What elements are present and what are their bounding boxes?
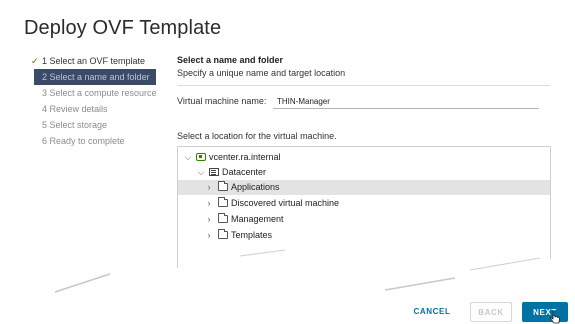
step-select-compute-resource[interactable]: 3 Select a compute resource: [30, 85, 170, 101]
tree-node-label: Datacenter: [222, 167, 267, 177]
location-label: Select a location for the virtual machin…: [177, 131, 337, 141]
step-label: 5 Select storage: [42, 120, 108, 130]
tree-node-vcenter[interactable]: ⌵ vcenter.ra.internal: [178, 150, 550, 165]
chevron-down-icon[interactable]: ⌵: [184, 150, 192, 165]
step-label: 4 Review details: [42, 104, 108, 114]
step-select-name-folder[interactable]: 2 Select a name and folder: [34, 69, 156, 85]
chevron-right-icon[interactable]: ›: [205, 228, 213, 243]
step-label: 2 Select a name and folder: [42, 72, 150, 82]
main-panel: Select a name and folder Specify a uniqu…: [177, 55, 557, 86]
tree-node-discovered-vm[interactable]: › Discovered virtual machine: [178, 196, 550, 211]
chevron-right-icon[interactable]: ›: [205, 196, 213, 211]
step-label: 6 Ready to complete: [42, 136, 125, 146]
mouse-cursor-icon: [550, 310, 560, 324]
step-select-ovf-template[interactable]: ✓ 1 Select an OVF template: [30, 53, 170, 69]
tree-node-label: Templates: [231, 230, 273, 240]
cancel-button[interactable]: CANCEL: [406, 302, 458, 322]
vm-name-label: Virtual machine name:: [177, 96, 267, 106]
divider: [177, 85, 550, 86]
location-tree[interactable]: ⌵ vcenter.ra.internal ⌵ Datacenter › App…: [177, 146, 551, 270]
step-review-details[interactable]: 4 Review details: [30, 101, 170, 117]
folder-icon: [218, 181, 228, 191]
page-title: Deploy OVF Template: [24, 17, 222, 39]
tree-node-datacenter[interactable]: ⌵ Datacenter: [178, 165, 550, 180]
next-button[interactable]: NEXT: [522, 302, 568, 322]
section-heading: Select a name and folder: [177, 55, 284, 65]
tree-node-label: vcenter.ra.internal: [209, 152, 281, 162]
vcenter-icon: [196, 153, 206, 161]
datacenter-icon: [209, 168, 219, 176]
folder-icon: [218, 229, 228, 239]
tree-node-templates[interactable]: › Templates: [178, 228, 550, 243]
section-subheading: Specify a unique name and target locatio…: [177, 68, 346, 78]
step-label: 1 Select an OVF template: [42, 56, 146, 66]
vm-name-input[interactable]: [273, 94, 539, 109]
chevron-right-icon[interactable]: ›: [205, 212, 213, 227]
folder-icon: [218, 213, 228, 223]
checkmark-icon: ✓: [31, 56, 39, 66]
tree-node-label: Discovered virtual machine: [231, 198, 340, 208]
step-ready-to-complete[interactable]: 6 Ready to complete: [30, 133, 170, 149]
tree-node-label: Applications: [231, 182, 280, 192]
tree-node-management[interactable]: › Management: [178, 212, 550, 227]
tree-node-label: Management: [231, 214, 284, 224]
folder-icon: [218, 197, 228, 207]
back-button[interactable]: BACK: [470, 302, 512, 322]
tree-node-applications[interactable]: › Applications: [178, 180, 550, 195]
step-select-storage[interactable]: 5 Select storage: [30, 117, 170, 133]
chevron-down-icon[interactable]: ⌵: [197, 165, 205, 180]
step-label: 3 Select a compute resource: [42, 88, 157, 98]
wizard-steps: ✓ 1 Select an OVF template 2 Select a na…: [30, 53, 170, 149]
chevron-right-icon[interactable]: ›: [205, 180, 213, 195]
